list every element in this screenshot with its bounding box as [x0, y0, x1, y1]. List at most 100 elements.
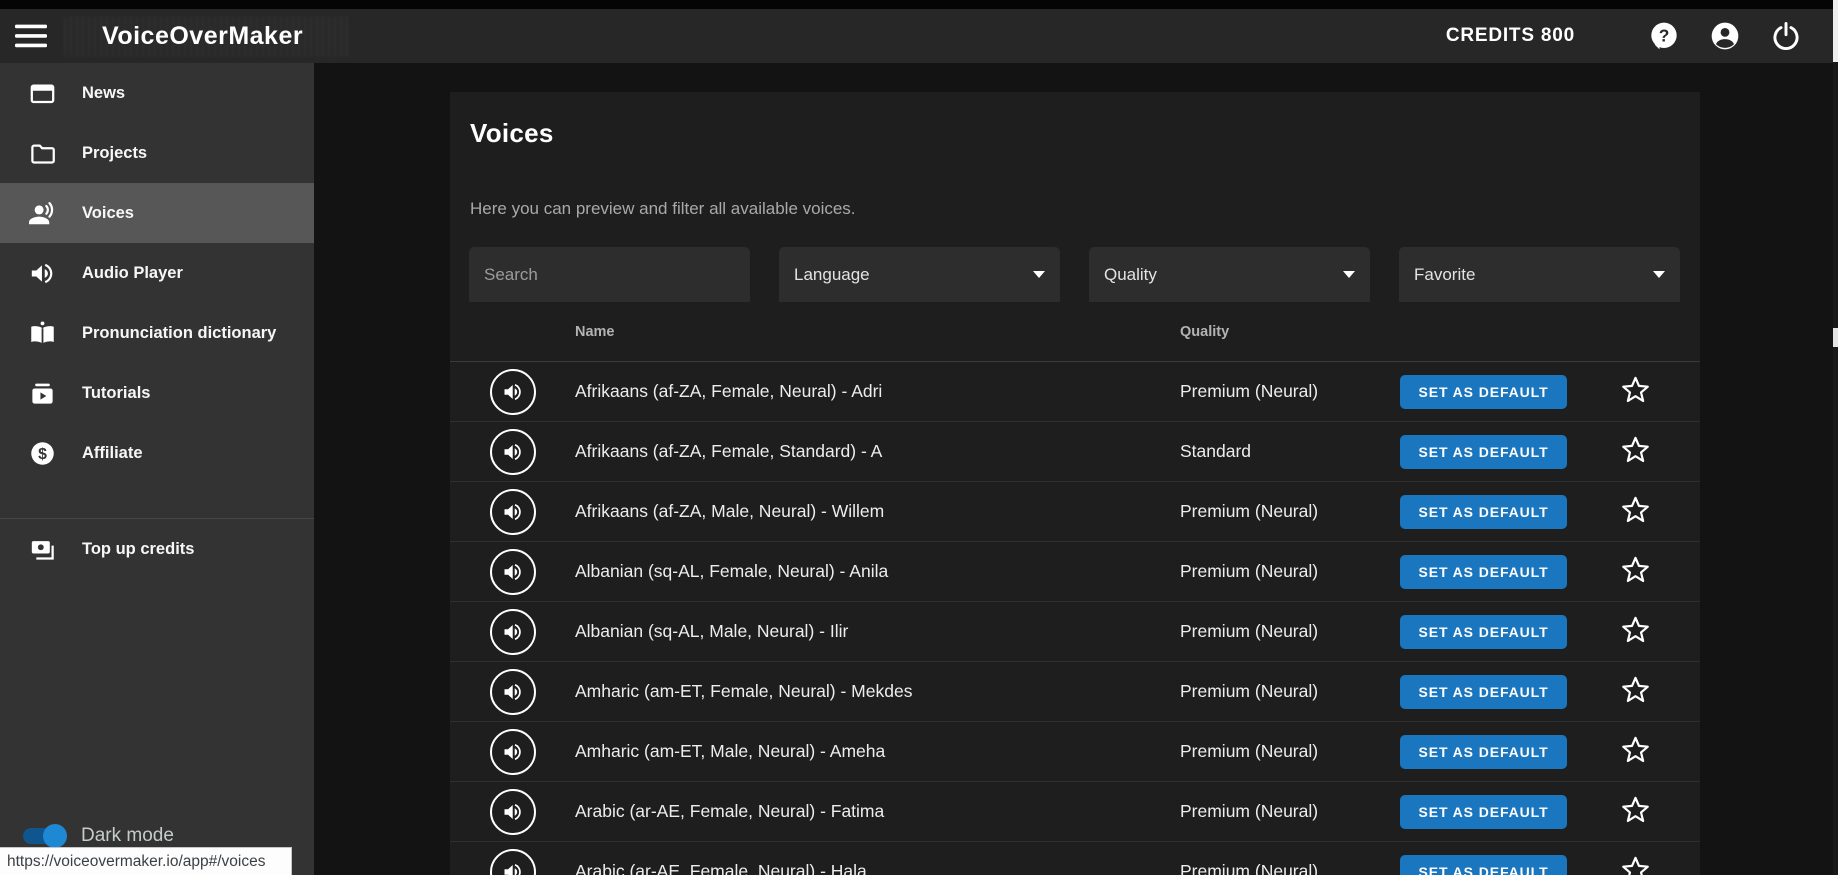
scrollbar-thumb[interactable]	[1833, 0, 1838, 62]
sidebar-item-pronunciation-dictionary[interactable]: Pronunciation dictionary	[0, 303, 314, 363]
speaker-icon	[504, 623, 521, 640]
voice-quality: Premium (Neural)	[1180, 501, 1319, 521]
help-icon[interactable]: ?	[1648, 20, 1680, 52]
play-voice-button[interactable]	[489, 488, 536, 535]
app-logo-text: VoiceOverMaker	[102, 21, 304, 50]
set-as-default-button[interactable]: SET AS DEFAULT	[1400, 494, 1567, 529]
table-row: Albanian (sq-AL, Female, Neural) - Anila…	[450, 542, 1700, 602]
voice-name: Albanian (sq-AL, Female, Neural) - Anila	[575, 561, 889, 581]
table-row: Amharic (am-ET, Male, Neural) - Ameha Pr…	[450, 722, 1700, 782]
sidebar-item-label: Top up credits	[82, 539, 195, 558]
play-voice-button[interactable]	[489, 788, 536, 835]
sidebar-item-audio-player[interactable]: Audio Player	[0, 243, 314, 303]
voice-name: Amharic (am-ET, Female, Neural) - Mekdes	[575, 681, 913, 701]
table-row: Amharic (am-ET, Female, Neural) - Mekdes…	[450, 662, 1700, 722]
play-voice-button[interactable]	[489, 668, 536, 715]
language-dropdown[interactable]: Language	[779, 247, 1060, 302]
play-voice-button[interactable]	[489, 368, 536, 415]
favorite-star-icon[interactable]	[1620, 434, 1651, 465]
news-icon	[30, 84, 55, 103]
set-as-default-button[interactable]: SET AS DEFAULT	[1400, 614, 1567, 649]
sidebar-item-voices[interactable]: Voices	[0, 183, 314, 243]
favorite-star-icon[interactable]	[1620, 854, 1651, 875]
favorite-star-icon[interactable]	[1620, 794, 1651, 825]
dark-mode-label: Dark mode	[81, 825, 174, 846]
favorite-star-icon[interactable]	[1620, 674, 1651, 705]
svg-text:?: ?	[1659, 26, 1670, 46]
set-as-default-button[interactable]: SET AS DEFAULT	[1400, 674, 1567, 709]
topbar: VoiceOverMaker CREDITS 800 ?	[0, 9, 1838, 63]
projects-folder-icon	[31, 144, 55, 164]
tutorials-icon	[32, 383, 53, 404]
voice-quality: Premium (Neural)	[1180, 801, 1319, 821]
column-header-quality: Quality	[1180, 323, 1230, 340]
language-dropdown-label: Language	[794, 264, 870, 284]
voice-name: Arabic (ar-AE, Female, Neural) - Fatima	[575, 801, 885, 821]
account-icon[interactable]	[1709, 20, 1741, 52]
chevron-down-icon	[1653, 271, 1665, 278]
topbar-actions: CREDITS 800 ?	[1446, 20, 1802, 52]
voice-quality: Premium (Neural)	[1180, 561, 1319, 581]
set-as-default-button[interactable]: SET AS DEFAULT	[1400, 854, 1567, 875]
set-as-default-button[interactable]: SET AS DEFAULT	[1400, 734, 1567, 769]
sidebar: News Projects Voices Audio Player Pronun…	[0, 63, 314, 875]
table-row: Arabic (ar-AE, Female, Neural) - Fatima …	[450, 782, 1700, 842]
play-voice-button[interactable]	[489, 548, 536, 595]
sidebar-item-top-up-credits[interactable]: Top up credits	[0, 519, 314, 579]
voice-quality: Premium (Neural)	[1180, 681, 1319, 701]
favorite-dropdown[interactable]: Favorite	[1399, 247, 1680, 302]
sidebar-item-label: Tutorials	[82, 383, 151, 402]
quality-dropdown[interactable]: Quality	[1089, 247, 1370, 302]
speaker-icon	[504, 443, 521, 460]
page-title: Voices	[470, 118, 554, 148]
sidebar-item-affiliate[interactable]: $ Affiliate	[0, 423, 314, 483]
page-subtitle: Here you can preview and filter all avai…	[470, 199, 856, 218]
speaker-icon	[504, 563, 521, 580]
favorite-star-icon[interactable]	[1620, 614, 1651, 645]
search-input[interactable]	[484, 264, 735, 285]
voice-name: Arabic (ar-AE, Female, Neural) - Hala	[575, 861, 867, 875]
voice-name: Afrikaans (af-ZA, Female, Neural) - Adri	[575, 381, 883, 401]
speaker-icon	[504, 803, 521, 820]
table-row: Arabic (ar-AE, Female, Neural) - Hala Pr…	[450, 842, 1700, 875]
favorite-dropdown-label: Favorite	[1414, 264, 1476, 284]
speaker-icon	[504, 863, 521, 875]
sidebar-item-news[interactable]: News	[0, 63, 314, 123]
play-voice-button[interactable]	[489, 608, 536, 655]
play-voice-button[interactable]	[489, 848, 536, 875]
dictionary-icon	[31, 320, 54, 344]
power-icon[interactable]	[1770, 20, 1802, 52]
favorite-star-icon[interactable]	[1620, 374, 1651, 405]
toggle-knob	[43, 824, 67, 848]
favorite-star-icon[interactable]	[1620, 734, 1651, 765]
speaker-icon	[504, 503, 521, 520]
scrollbar[interactable]	[1833, 0, 1838, 875]
set-as-default-button[interactable]: SET AS DEFAULT	[1400, 434, 1567, 469]
table-row: Afrikaans (af-ZA, Female, Standard) - A …	[450, 422, 1700, 482]
dark-mode-toggle[interactable]	[23, 824, 67, 848]
voice-name: Albanian (sq-AL, Male, Neural) - Ilir	[575, 621, 849, 641]
favorite-star-icon[interactable]	[1620, 494, 1651, 525]
audio-player-icon	[31, 263, 53, 283]
voices-panel: Voices Here you can preview and filter a…	[450, 92, 1700, 875]
play-voice-button[interactable]	[489, 728, 536, 775]
play-voice-button[interactable]	[489, 428, 536, 475]
set-as-default-button[interactable]: SET AS DEFAULT	[1400, 794, 1567, 829]
app-logo[interactable]: VoiceOverMaker	[64, 15, 352, 57]
speaker-icon	[504, 743, 521, 760]
voices-table: Afrikaans (af-ZA, Female, Neural) - Adri…	[450, 362, 1700, 875]
set-as-default-button[interactable]: SET AS DEFAULT	[1400, 374, 1567, 409]
credits-badge: CREDITS 800	[1445, 25, 1575, 46]
set-as-default-button[interactable]: SET AS DEFAULT	[1400, 554, 1567, 589]
menu-icon[interactable]	[15, 23, 47, 49]
favorite-star-icon[interactable]	[1620, 554, 1651, 585]
scrollbar-mark	[1833, 328, 1838, 347]
search-filter	[469, 247, 750, 302]
sidebar-item-tutorials[interactable]: Tutorials	[0, 363, 314, 423]
speaker-icon	[504, 683, 521, 700]
sidebar-item-label: Pronunciation dictionary	[82, 323, 277, 342]
voice-name: Afrikaans (af-ZA, Female, Standard) - A	[575, 441, 883, 461]
sidebar-item-projects[interactable]: Projects	[0, 123, 314, 183]
chevron-down-icon	[1343, 271, 1355, 278]
sidebar-item-label: Voices	[82, 203, 134, 222]
